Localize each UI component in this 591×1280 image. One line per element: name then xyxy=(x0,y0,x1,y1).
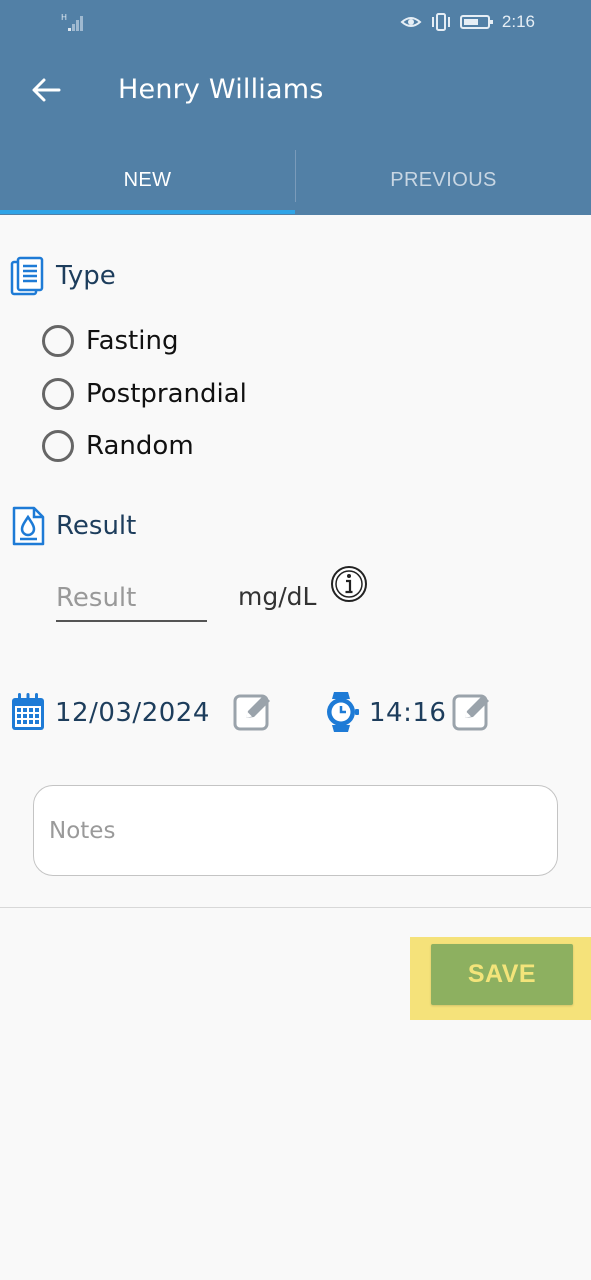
notes-field[interactable] xyxy=(33,785,558,876)
blood-drop-document-icon xyxy=(12,506,45,546)
active-tab-indicator xyxy=(0,210,295,214)
edit-icon[interactable] xyxy=(451,690,493,732)
result-section-header: Result xyxy=(10,505,136,547)
calendar-icon xyxy=(12,693,44,730)
type-label: Type xyxy=(56,261,116,291)
radio-circle[interactable] xyxy=(42,378,74,410)
status-bar: H 2:16 xyxy=(0,0,591,46)
status-time: 2:16 xyxy=(501,12,535,31)
battery-icon xyxy=(459,15,493,29)
document-list-icon xyxy=(10,256,44,296)
divider xyxy=(0,907,591,908)
radio-label-postprandial: Postprandial xyxy=(86,379,247,409)
type-section-header: Type xyxy=(10,256,116,296)
radio-label-fasting: Fasting xyxy=(86,326,179,356)
vibrate-icon xyxy=(431,13,450,31)
radio-label-random: Random xyxy=(86,431,194,461)
signal-icon: H xyxy=(61,13,83,31)
watch-icon xyxy=(327,692,359,732)
tab-bar: NEW PREVIOUS xyxy=(0,145,591,215)
radio-random[interactable]: Random xyxy=(42,430,194,462)
network-type: H xyxy=(61,13,67,22)
back-arrow-icon xyxy=(32,78,61,102)
tab-new[interactable]: NEW xyxy=(0,145,295,215)
save-button[interactable]: SAVE xyxy=(431,944,573,1005)
edit-icon[interactable] xyxy=(232,690,274,732)
result-input[interactable] xyxy=(56,575,207,622)
status-right: 2:16 xyxy=(400,12,535,32)
radio-circle[interactable] xyxy=(42,325,74,357)
date-value: 12/03/2024 xyxy=(55,698,210,728)
radio-fasting[interactable]: Fasting xyxy=(42,325,178,357)
back-button[interactable] xyxy=(26,70,66,110)
app-header: H 2:16 Henry Williams NEW PREVIOUS xyxy=(0,0,591,215)
tab-previous[interactable]: PREVIOUS xyxy=(296,145,591,215)
time-value: 14:16 xyxy=(369,698,447,728)
eye-icon xyxy=(400,17,422,27)
result-label: Result xyxy=(56,511,137,541)
info-icon[interactable] xyxy=(330,565,368,603)
unit-label: mg/dL xyxy=(238,582,317,611)
radio-postprandial[interactable]: Postprandial xyxy=(42,378,247,410)
datetime-row: 12/03/2024 14:16 xyxy=(10,690,530,738)
page-title: Henry Williams xyxy=(118,74,324,105)
radio-circle[interactable] xyxy=(42,430,74,462)
